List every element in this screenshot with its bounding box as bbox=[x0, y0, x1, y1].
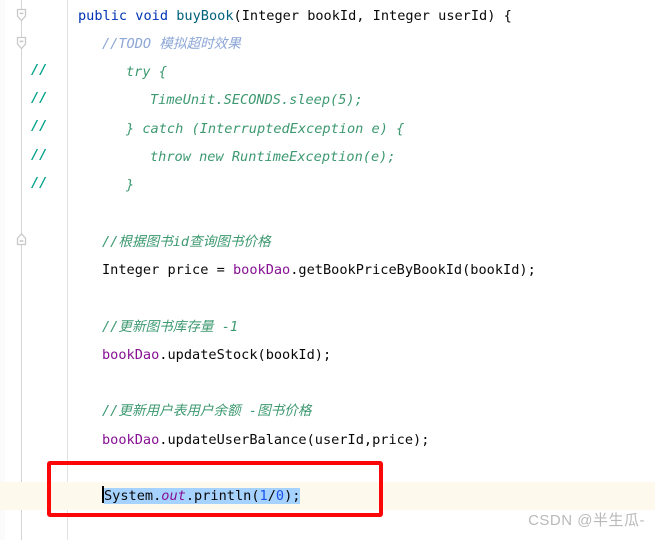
code-token: .println( bbox=[185, 488, 260, 504]
code-token: TimeUnit.SECONDS.sleep(5); bbox=[150, 92, 363, 108]
csdn-watermark: CSDN @半生瓜- bbox=[528, 512, 645, 529]
code-token: out bbox=[161, 488, 186, 504]
code-line-text: //更新用户表用户余额 -图书价格 bbox=[0, 397, 311, 425]
code-token: //更新用户表用户余额 -图书价格 bbox=[102, 403, 312, 419]
code-line-2[interactable]: try { bbox=[0, 58, 655, 86]
code-token: .updateStock(bookId); bbox=[159, 347, 332, 363]
code-line-4[interactable]: } catch (InterruptedException e) { bbox=[0, 115, 655, 143]
code-line-9[interactable]: Integer price = bookDao.getBookPriceByBo… bbox=[0, 256, 655, 284]
code-token: //根据图书id查询图书价格 bbox=[102, 234, 271, 250]
code-token: void bbox=[135, 8, 169, 24]
code-token: //更新图书库存量 -1 bbox=[102, 319, 239, 335]
code-line-text: try { bbox=[0, 58, 167, 86]
code-line-6[interactable]: } bbox=[0, 171, 655, 199]
code-token: bookDao bbox=[102, 432, 160, 448]
code-token: bookDao bbox=[232, 262, 291, 278]
code-line-text: //更新图书库存量 -1 bbox=[0, 313, 238, 341]
code-line-5[interactable]: throw new RuntimeException(e); bbox=[0, 143, 655, 171]
code-line-7[interactable] bbox=[0, 199, 655, 227]
code-token: try { bbox=[126, 64, 167, 80]
current-line-text: System.out.println(1/0); bbox=[0, 482, 301, 510]
code-line-text: TimeUnit.SECONDS.sleep(5); bbox=[0, 86, 363, 114]
code-token: bookDao bbox=[102, 347, 160, 363]
code-token: 0 bbox=[275, 488, 285, 504]
code-line-text: } catch (InterruptedException e) { bbox=[0, 115, 404, 143]
code-token: throw new RuntimeException(e); bbox=[150, 149, 396, 165]
code-line-8[interactable]: //根据图书id查询图书价格 bbox=[0, 228, 655, 256]
code-token: //TODO bbox=[102, 36, 160, 52]
code-line-16[interactable] bbox=[0, 454, 655, 482]
code-line-0[interactable]: public void buyBook(Integer bookId, Inte… bbox=[0, 2, 655, 30]
code-token: .getBookPriceByBookId(bookId); bbox=[290, 262, 536, 278]
code-token: } catch (InterruptedException e) { bbox=[126, 121, 405, 137]
code-line-1[interactable]: //TODO 模拟超时效果 bbox=[0, 30, 655, 58]
code-token: public bbox=[78, 8, 128, 24]
code-line-text: throw new RuntimeException(e); bbox=[0, 143, 396, 171]
code-line-10[interactable] bbox=[0, 284, 655, 312]
code-token: 1 bbox=[259, 488, 268, 504]
code-token: (Integer bookId, Integer userId) { bbox=[233, 8, 512, 24]
code-token: Integer price = bbox=[102, 262, 233, 278]
code-line-text: //根据图书id查询图书价格 bbox=[0, 228, 271, 256]
code-line-13[interactable] bbox=[0, 369, 655, 397]
code-token: System. bbox=[104, 488, 162, 504]
selected-text-range: System.out.println(1/0); bbox=[104, 488, 301, 504]
code-line-3[interactable]: TimeUnit.SECONDS.sleep(5); bbox=[0, 86, 655, 114]
code-editor[interactable]: ////////// public void buyBook(Integer b… bbox=[0, 0, 655, 540]
code-line-text: } bbox=[0, 171, 134, 199]
code-line-text: bookDao.updateStock(bookId); bbox=[0, 341, 331, 369]
code-line-12[interactable]: bookDao.updateStock(bookId); bbox=[0, 341, 655, 369]
code-line-14[interactable]: //更新用户表用户余额 -图书价格 bbox=[0, 397, 655, 425]
code-token: } bbox=[126, 177, 135, 193]
code-line-15[interactable]: bookDao.updateUserBalance(userId,price); bbox=[0, 426, 655, 454]
code-token: / bbox=[267, 488, 276, 504]
code-line-text: //TODO 模拟超时效果 bbox=[0, 30, 241, 58]
code-line-text: Integer price = bookDao.getBookPriceByBo… bbox=[0, 256, 536, 284]
code-token: .updateUserBalance(userId,price); bbox=[159, 432, 430, 448]
code-line-text: bookDao.updateUserBalance(userId,price); bbox=[0, 426, 429, 454]
code-token: 模拟超时效果 bbox=[159, 36, 241, 52]
code-token: buyBook bbox=[176, 8, 234, 24]
current-code-line[interactable]: System.out.println(1/0); bbox=[0, 482, 655, 510]
code-line-text: public void buyBook(Integer bookId, Inte… bbox=[0, 2, 512, 30]
code-content-area[interactable]: public void buyBook(Integer bookId, Inte… bbox=[0, 0, 655, 540]
code-line-11[interactable]: //更新图书库存量 -1 bbox=[0, 313, 655, 341]
code-token: ); bbox=[284, 488, 301, 504]
